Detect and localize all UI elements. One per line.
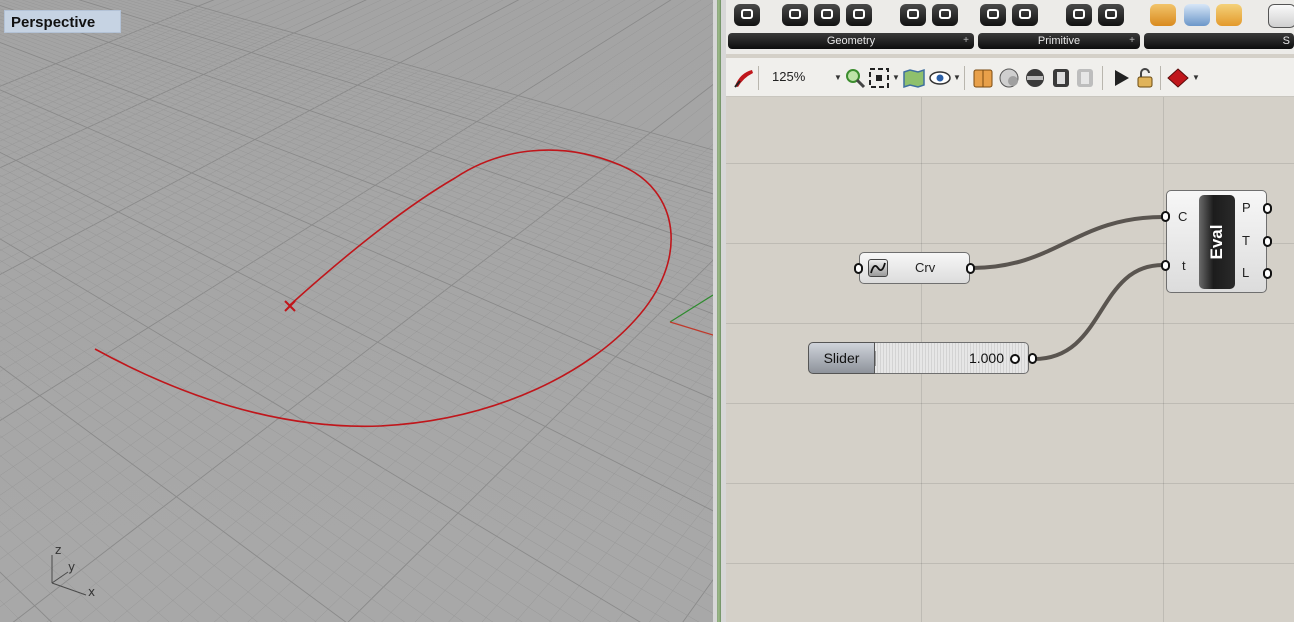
lock-icon[interactable]: [1134, 67, 1156, 89]
grasshopper-canvas[interactable]: Crv Slider 1.000 C t Eval P T L: [726, 97, 1294, 622]
preview-color-dropdown-icon[interactable]: ▼: [1192, 73, 1200, 82]
special-image-icon[interactable]: [1184, 4, 1210, 26]
box-icon[interactable]: [972, 67, 994, 89]
output-port-p-label: P: [1242, 200, 1251, 215]
preview-color-icon[interactable]: [1166, 67, 1190, 89]
input-grip-c[interactable]: [1161, 211, 1170, 222]
construction-grid: [0, 0, 713, 622]
number-slider-component[interactable]: Slider 1.000: [808, 342, 1037, 376]
pin-icon[interactable]: +: [1129, 33, 1135, 49]
zoom-extents-icon[interactable]: [868, 67, 890, 89]
toolbar-separator: [964, 66, 965, 90]
cloud-icon[interactable]: [998, 67, 1020, 89]
input-port-t-label: t: [1182, 258, 1186, 273]
map-icon[interactable]: [902, 67, 926, 89]
output-grip[interactable]: [966, 263, 975, 274]
output-port-t-label: T: [1242, 233, 1250, 248]
special-graph-icon[interactable]: [1150, 4, 1176, 26]
evaluate-curve-component[interactable]: C t Eval P T L: [1161, 190, 1272, 293]
axis-label-x: x: [88, 585, 96, 599]
special-sketch-icon[interactable]: [1268, 4, 1294, 28]
ribbon-group-geometry-label: Geometry: [826, 35, 876, 47]
rhino-perspective-viewport[interactable]: Perspective z y x: [0, 0, 713, 622]
curve-parameter-component[interactable]: Crv: [854, 252, 975, 284]
ribbon-group-primitive-label: Primitive: [1037, 35, 1081, 47]
slider-name-label[interactable]: Slider: [808, 342, 875, 374]
toolbar-separator: [1102, 66, 1103, 90]
slider-knob[interactable]: [1010, 354, 1020, 364]
zoom-level-field[interactable]: 125%: [760, 67, 830, 87]
geometry-mesh-icon[interactable]: [932, 4, 958, 26]
input-port-c-label: C: [1178, 209, 1188, 224]
geometry-brep-icon[interactable]: [900, 4, 926, 26]
axis-label-z: z: [55, 543, 62, 557]
output-grip[interactable]: [1028, 353, 1037, 364]
input-grip[interactable]: [854, 263, 863, 274]
curve-param-icon: [868, 259, 888, 277]
component-ribbon: Geometry + Primitive + S: [726, 0, 1294, 54]
slider-value: 1.000: [968, 350, 1004, 366]
primitive-path-icon[interactable]: [1098, 4, 1124, 26]
viewport-title-tab[interactable]: Perspective: [4, 10, 121, 33]
primitive-colour-icon[interactable]: [1066, 4, 1092, 26]
zoom-extents-dropdown-icon[interactable]: ▼: [892, 73, 900, 82]
primitive-number-icon[interactable]: [980, 4, 1006, 26]
canvas-toolbar: 125% ▼ ▼ ▼ ▼: [726, 58, 1294, 97]
geometry-point-icon[interactable]: [734, 4, 760, 26]
viewport-scene: [0, 0, 713, 622]
ribbon-group-geometry[interactable]: Geometry +: [728, 33, 974, 49]
wire-slider-to-t: [1033, 263, 1164, 361]
preview-eye-icon[interactable]: [928, 67, 952, 89]
primitive-text-icon[interactable]: [1012, 4, 1038, 26]
curve-param-label: Crv: [915, 260, 936, 275]
wire-crv-to-c: [971, 215, 1164, 270]
toolbar-separator: [1160, 66, 1161, 90]
geometry-curve-icon[interactable]: [814, 4, 840, 26]
zoom-icon[interactable]: [844, 67, 866, 89]
ribbon-group-special[interactable]: S: [1144, 33, 1294, 49]
pin-icon[interactable]: +: [963, 33, 969, 49]
ribbon-group-primitive[interactable]: Primitive +: [978, 33, 1140, 49]
slider-fill: [875, 351, 1027, 366]
ribbon-group-special-label: S: [1282, 35, 1290, 47]
wire-icon[interactable]: [1024, 67, 1046, 89]
panel-icon[interactable]: [1050, 67, 1072, 89]
special-gradient-icon[interactable]: [1216, 4, 1242, 26]
grasshopper-editor: Geometry + Primitive + S 125% ▼ ▼ ▼ ▼ Cr…: [726, 0, 1294, 622]
input-grip-t[interactable]: [1161, 260, 1170, 271]
output-port-l-label: L: [1242, 265, 1250, 280]
pane-splitter[interactable]: [713, 0, 726, 622]
world-y-axis-line: [669, 294, 713, 323]
axis-label-y: y: [68, 560, 76, 574]
output-grip-l[interactable]: [1263, 268, 1272, 279]
zoom-dropdown-arrow-icon[interactable]: ▼: [834, 73, 842, 82]
output-grip-p[interactable]: [1263, 203, 1272, 214]
output-grip-t[interactable]: [1263, 236, 1272, 247]
toolbar-separator: [758, 66, 759, 90]
play-icon[interactable]: [1110, 67, 1132, 89]
geometry-vector-icon[interactable]: [782, 4, 808, 26]
evaluate-nickname-block: Eval: [1199, 195, 1235, 289]
sketch-pen-icon[interactable]: [732, 67, 756, 89]
geometry-surface-icon[interactable]: [846, 4, 872, 26]
slider-track[interactable]: 1.000: [875, 342, 1029, 374]
preview-dropdown-icon[interactable]: ▼: [953, 73, 961, 82]
world-x-axis-line: [669, 321, 713, 336]
evaluate-nickname-label: Eval: [1207, 224, 1226, 260]
panel-disabled-icon[interactable]: [1074, 67, 1096, 89]
